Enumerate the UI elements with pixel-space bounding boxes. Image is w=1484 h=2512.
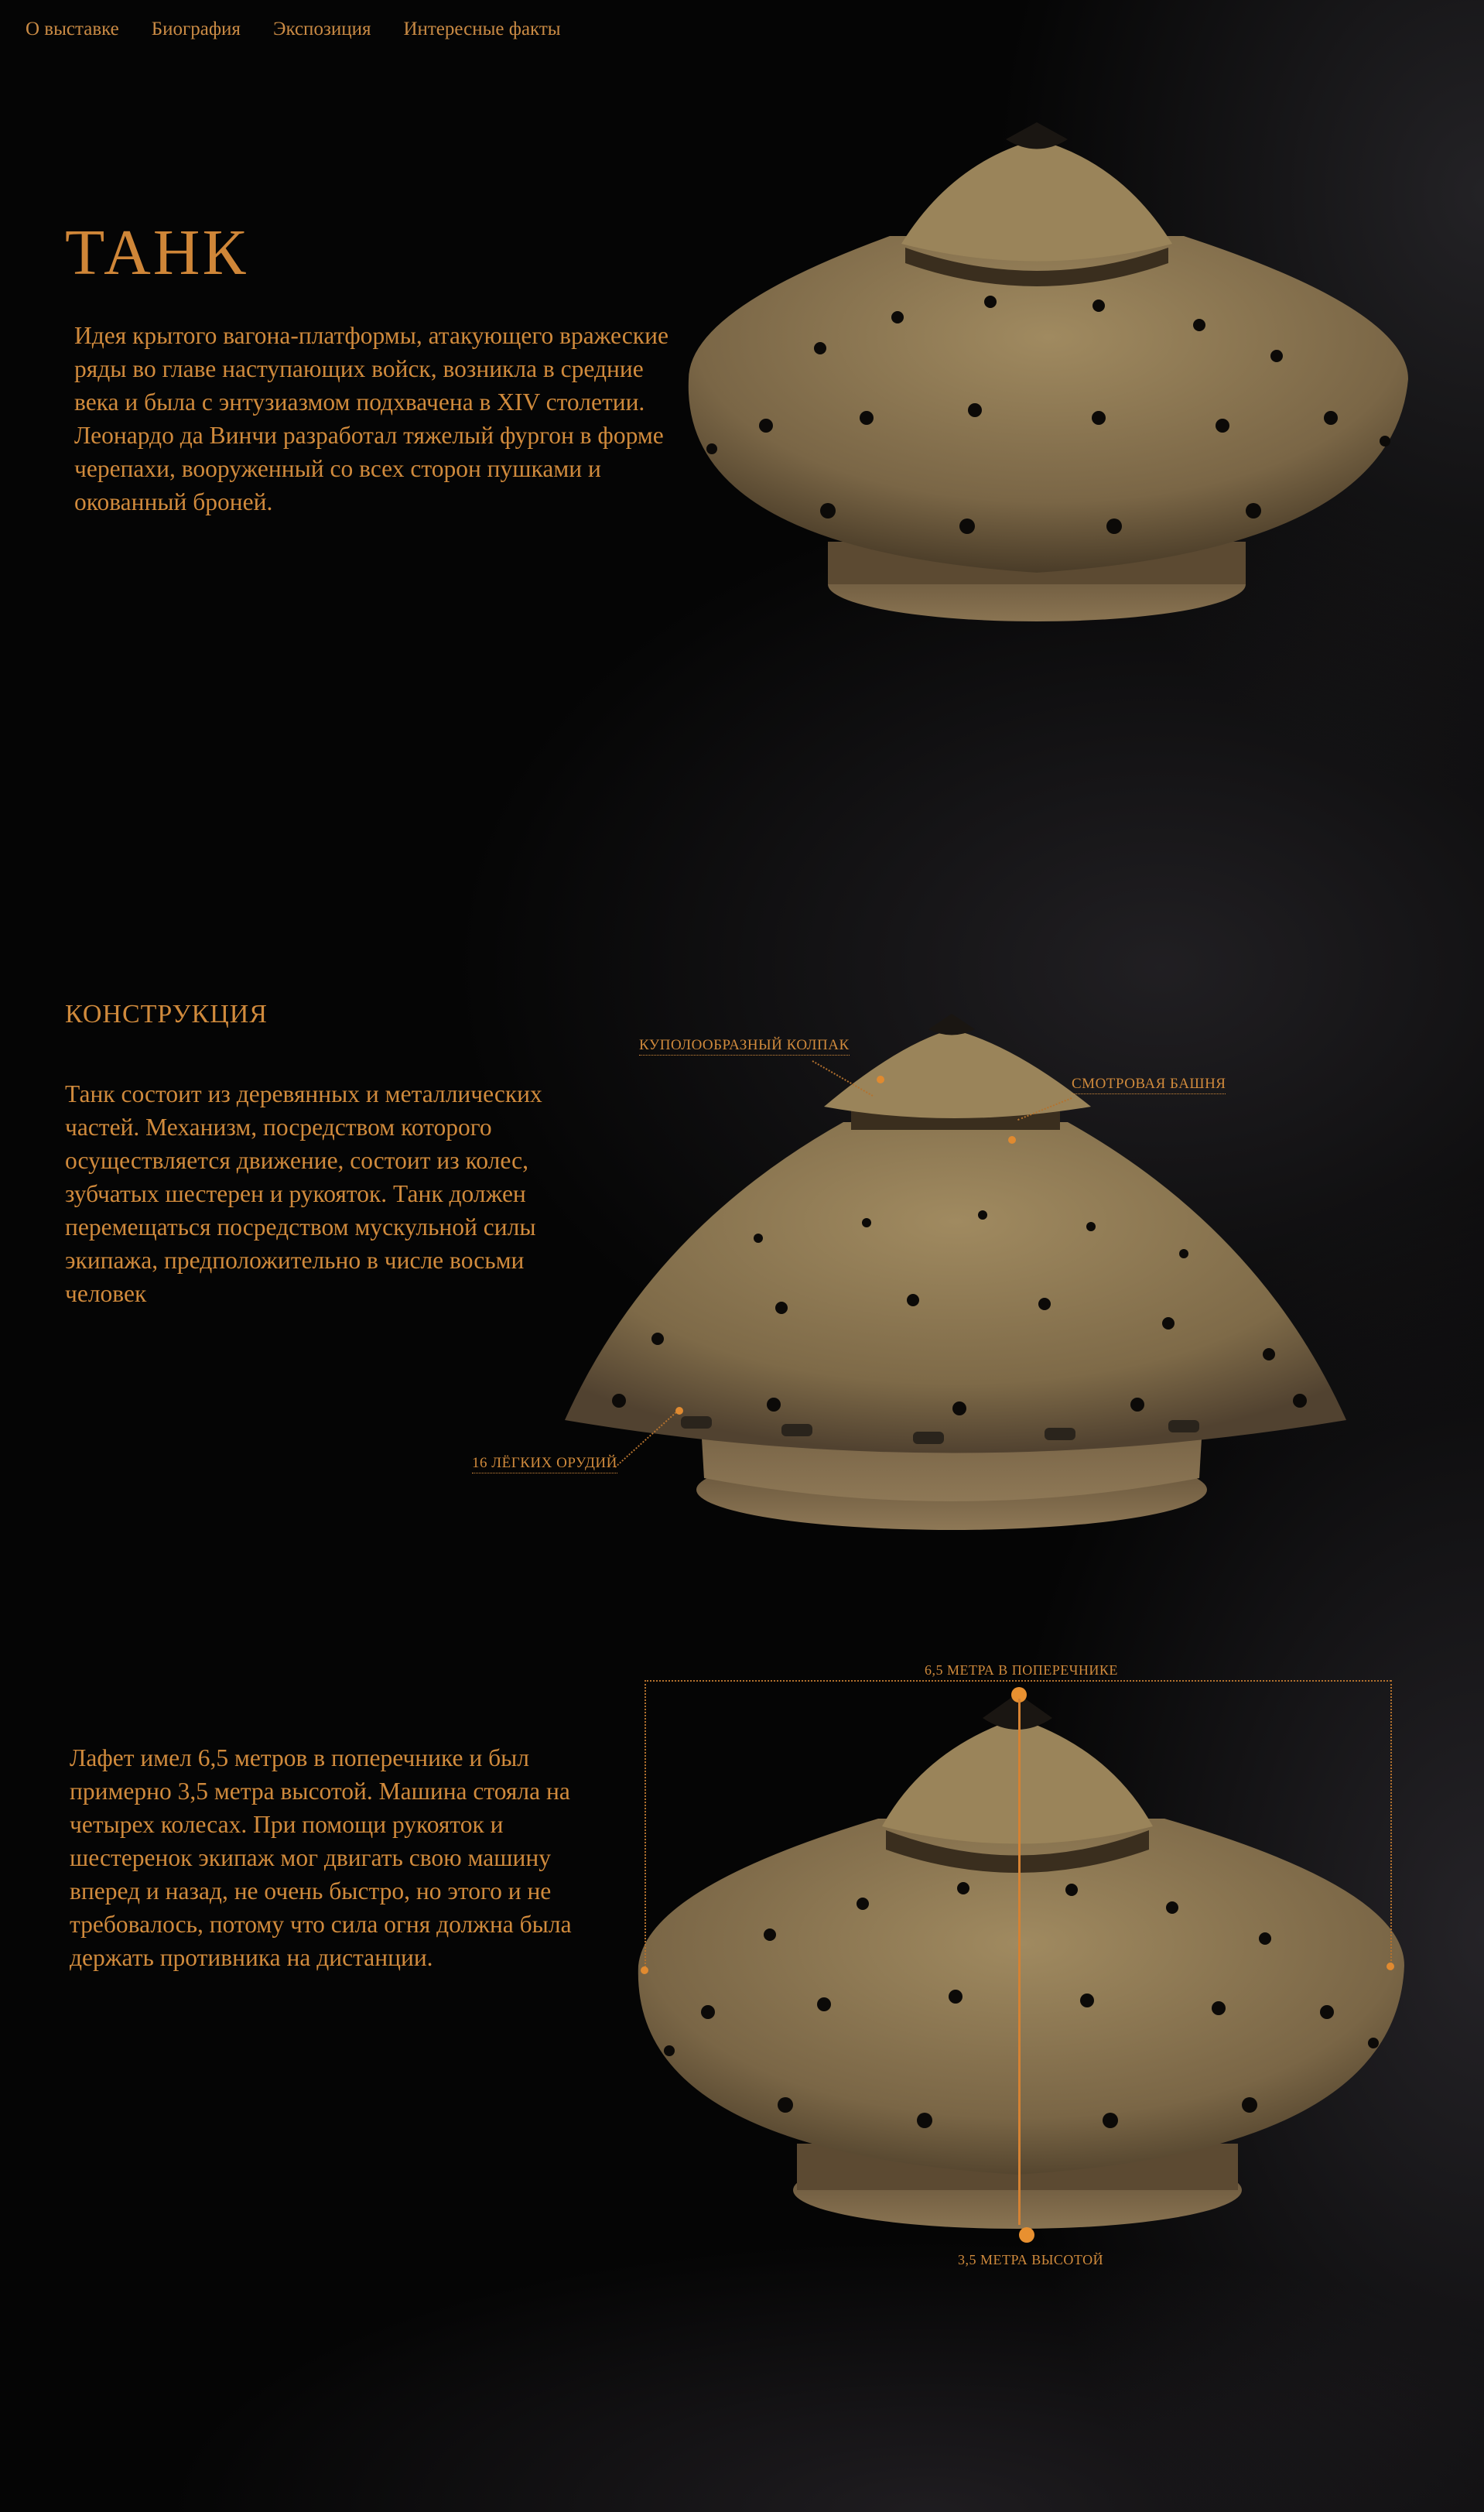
tank-image-hero xyxy=(688,122,1408,621)
height-line xyxy=(1018,1699,1021,2225)
callout-tower-point xyxy=(1008,1136,1016,1144)
page-title: ТАНК xyxy=(65,217,248,289)
width-label: 6,5 МЕТРА В ПОПЕРЕЧНИКЕ xyxy=(925,1662,1118,1678)
height-point-bottom xyxy=(1019,2227,1034,2243)
nav-link-exposition[interactable]: Экспозиция xyxy=(273,19,371,40)
callout-tower: СМОТРОВАЯ БАШНЯ xyxy=(1072,1076,1226,1094)
width-line-left xyxy=(645,1680,646,1970)
tank-image-construction xyxy=(565,1014,1346,1530)
tank-image-dimensions xyxy=(638,1693,1404,2229)
nav-link-about[interactable]: О выставке xyxy=(26,19,119,40)
dimensions-text: Лафет имел 6,5 метров в поперечнике и бы… xyxy=(70,1744,572,1971)
height-label: 3,5 МЕТРА ВЫСОТОЙ xyxy=(958,2252,1104,2267)
construction-text: Танк состоит из деревянных и металлическ… xyxy=(65,1080,542,1307)
section-title-construction: КОНСТРУКЦИЯ xyxy=(65,1000,268,1028)
callout-guns: 16 ЛЁГКИХ ОРУДИЙ xyxy=(472,1455,617,1473)
width-line xyxy=(645,1680,1391,1682)
callout-guns-point xyxy=(675,1407,683,1415)
width-line-right xyxy=(1390,1680,1392,1970)
hero-text: Идея крытого вагона-платформы, атакующег… xyxy=(74,322,668,515)
width-point-right xyxy=(1387,1963,1394,1970)
top-nav: О выставке Биография Экспозиция Интересн… xyxy=(26,19,561,40)
nav-link-facts[interactable]: Интересные факты xyxy=(403,19,560,40)
width-point-left xyxy=(641,1966,648,1974)
callout-dome-point xyxy=(877,1076,884,1083)
nav-link-biography[interactable]: Биография xyxy=(152,19,241,40)
callout-dome: КУПОЛООБРАЗНЫЙ КОЛПАК xyxy=(639,1037,850,1056)
